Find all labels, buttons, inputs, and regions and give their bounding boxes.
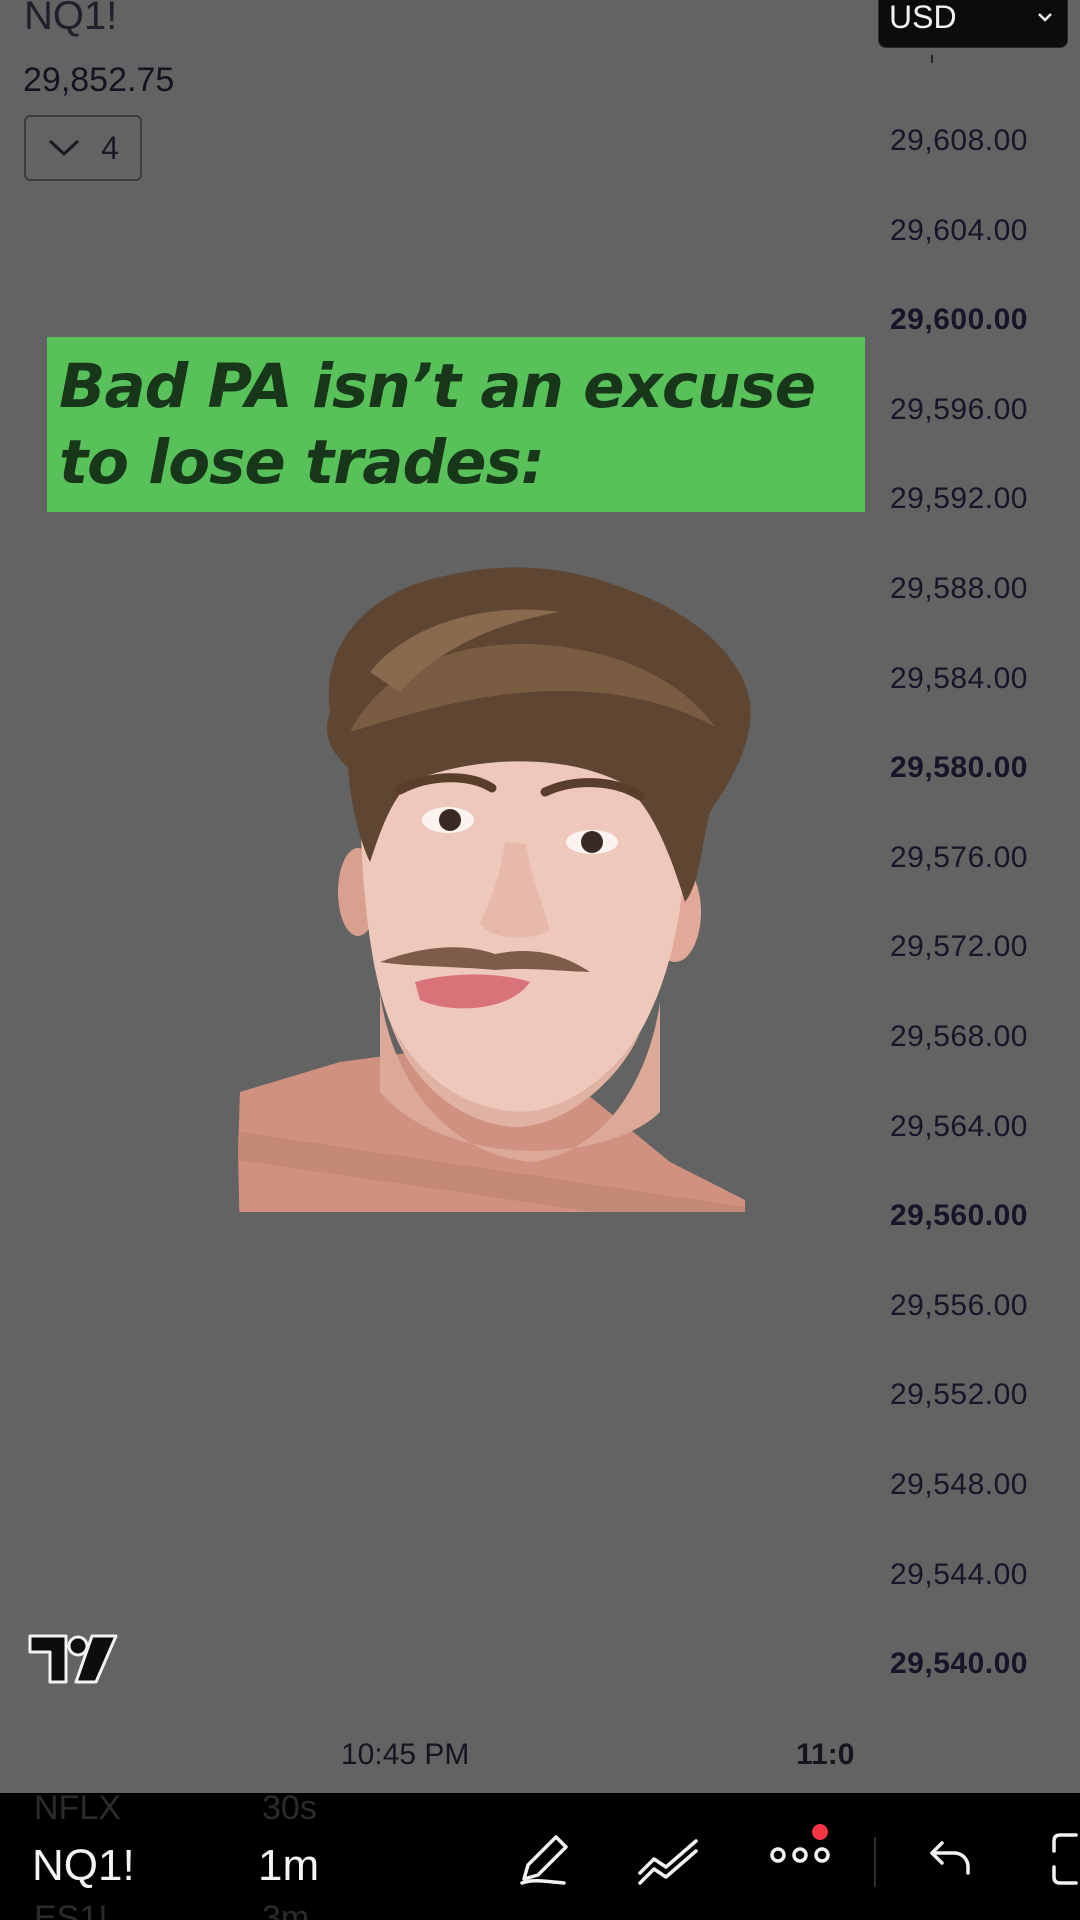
caption-line-2: to lose trades: [59, 427, 545, 498]
price-tick-label: 29,572.00 [890, 930, 1028, 964]
indicators-icon[interactable] [636, 1829, 702, 1889]
time-axis-label: 10:45 PM [341, 1738, 470, 1771]
price-tick-label: 29,540.00 [890, 1647, 1028, 1681]
fullscreen-icon[interactable] [1050, 1829, 1080, 1889]
price-tick-label: 29,584.00 [890, 661, 1028, 695]
price-tick-label: 29,604.00 [890, 213, 1028, 247]
time-axis-label: 11:0 [796, 1738, 855, 1771]
caption-banner: Bad PA isn’t an excuse to lose trades: [47, 337, 865, 512]
pupil-left [439, 809, 461, 831]
watchlist-ghost-interval: 30s [262, 1793, 317, 1827]
price-tick-label: 29,552.00 [890, 1378, 1028, 1412]
price-tick-label: 29,568.00 [890, 1020, 1028, 1053]
caption-text: Bad PA isn’t an excuse to lose trades: [59, 349, 859, 501]
toolbar-divider [874, 1837, 876, 1887]
pupil-right [581, 831, 603, 853]
price-tick-label: 29,588.00 [890, 572, 1028, 605]
caption-line-1: Bad PA isn’t an excuse [59, 351, 816, 422]
last-price: 29,852.75 [23, 61, 175, 99]
bottom-toolbar: NFLX 30s ES1! 3m NQ1! 1m [0, 1793, 1080, 1920]
price-tick-label: 29,544.00 [890, 1557, 1028, 1591]
price-tick-label: 29,600.00 [890, 303, 1028, 337]
price-tick-label: 29,608.00 [890, 124, 1028, 157]
chevron-down-icon [49, 139, 80, 157]
pencil-icon[interactable] [514, 1829, 574, 1889]
price-tick-label: 29,596.00 [890, 392, 1028, 426]
price-tick-label: 29,564.00 [890, 1109, 1028, 1143]
watchlist-ghost-interval: 3m [262, 1899, 310, 1920]
symbol-title[interactable]: NQ1! [24, 0, 117, 38]
price-scale[interactable]: 29,608.00 29,604.00 29,600.00 29,596.00 29,5… [870, 0, 1080, 1780]
price-tick-label: 29,580.00 [890, 751, 1028, 785]
price-tick-label: 29,576.00 [890, 840, 1028, 874]
indicator-count: 4 [101, 129, 119, 166]
interval-button[interactable]: 1m [258, 1841, 319, 1891]
symbol-search-button[interactable]: NQ1! [32, 1841, 135, 1891]
price-tick-label: 29,592.00 [890, 482, 1028, 516]
notification-dot [812, 1824, 828, 1840]
price-tick-label: 29,560.00 [890, 1199, 1028, 1233]
undo-icon[interactable] [926, 1833, 974, 1881]
presenter-face-image [238, 567, 751, 1212]
watchlist-ghost-symbol: ES1! [34, 1899, 108, 1920]
tradingview-logo-icon [28, 1634, 118, 1684]
price-tick-label: 29,548.00 [890, 1468, 1028, 1501]
price-tick-label: 29,556.00 [890, 1288, 1028, 1322]
watchlist-ghost-symbol: NFLX [34, 1793, 121, 1827]
more-icon[interactable] [768, 1823, 834, 1883]
collapse-indicators-button[interactable]: 4 [24, 115, 142, 181]
